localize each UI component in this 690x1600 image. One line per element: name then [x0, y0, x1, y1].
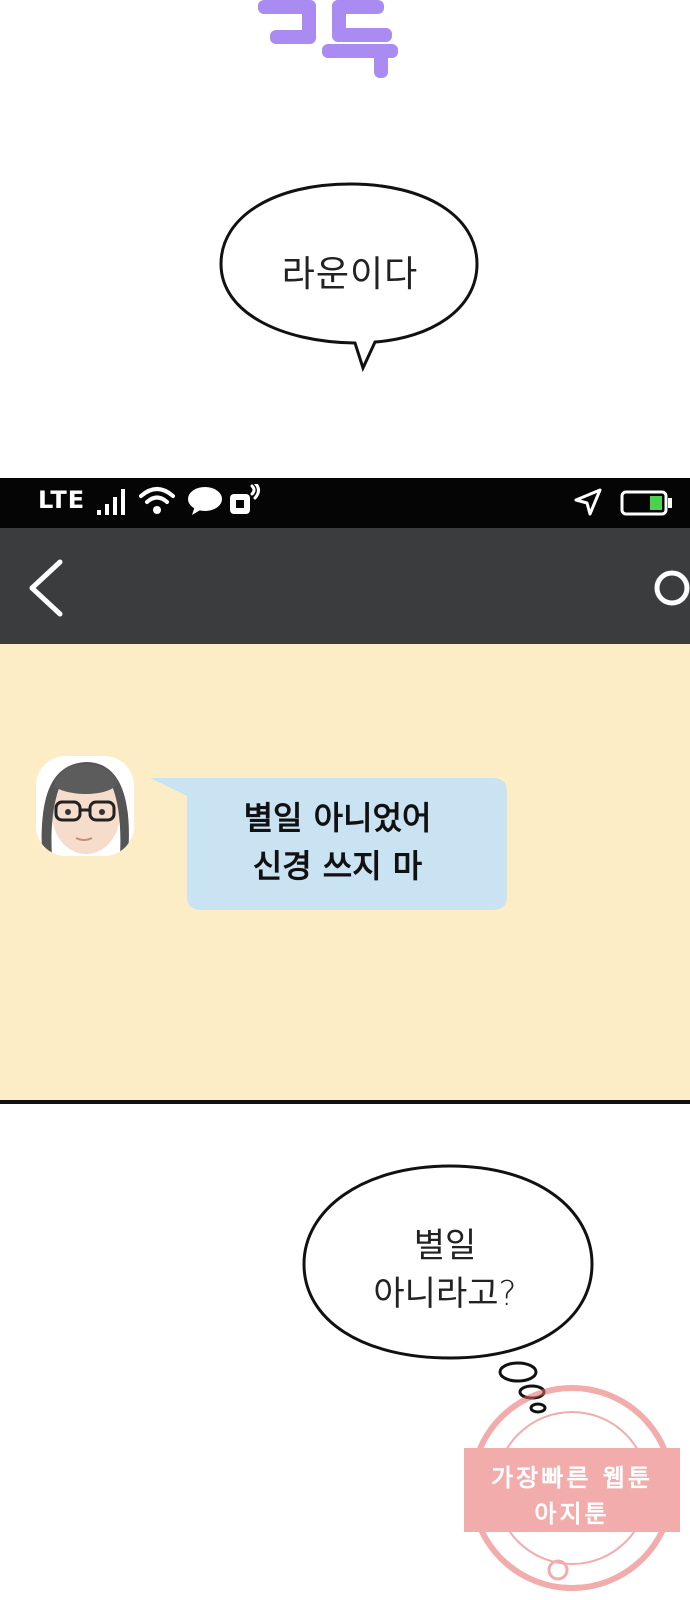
avatar-portrait — [36, 756, 134, 856]
wifi-icon — [139, 487, 175, 514]
thought-line: 별일 — [413, 1226, 477, 1266]
phone-status-bar: LTE — [0, 478, 690, 528]
thought-line: 아니라고? — [373, 1274, 517, 1314]
chevron-left-icon[interactable] — [20, 558, 70, 618]
avatar[interactable] — [36, 756, 134, 856]
chat-notification-icon — [188, 487, 222, 515]
chat-app-header — [0, 528, 690, 644]
navigation-icon — [574, 488, 602, 516]
message-line: 별일 아니었어 — [243, 799, 432, 837]
sound-effect-fragment — [258, 0, 398, 78]
search-icon[interactable] — [652, 568, 690, 608]
message-line: 신경 쓰지 마 — [252, 847, 423, 885]
cast-icon — [230, 484, 260, 514]
watermark-text: 아지툰 — [534, 1500, 610, 1528]
watermark-text: 가장빠른 웹툰 — [491, 1464, 653, 1492]
speech-bubble-text: 라운이다 — [281, 254, 419, 295]
signal-icon — [97, 489, 125, 515]
battery-icon — [620, 490, 672, 516]
thought-bubble-text: 별일 아니라고? — [300, 1222, 590, 1318]
message-text: 별일 아니었어 신경 쓰지 마 — [165, 794, 510, 890]
network-type-label: LTE — [38, 486, 86, 514]
chat-area: 별일 아니었어 신경 쓰지 마 — [0, 644, 690, 1104]
